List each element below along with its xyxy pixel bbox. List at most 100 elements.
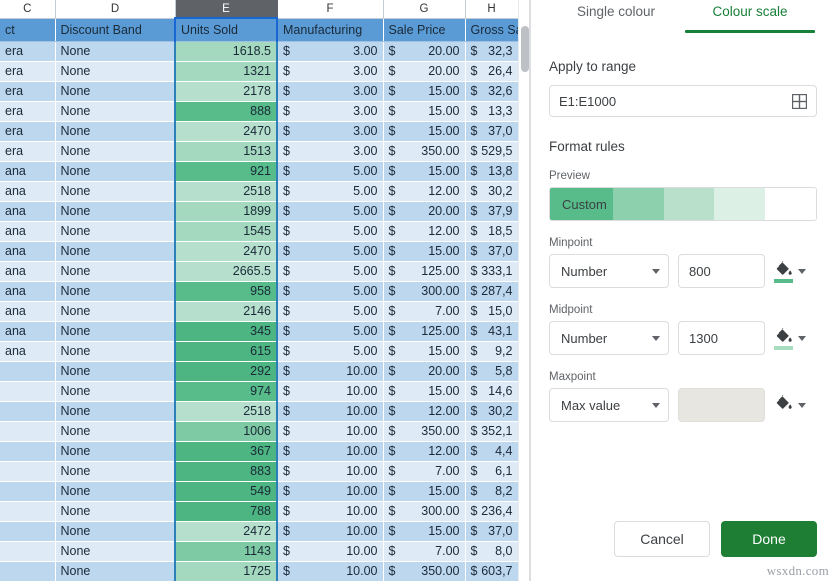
header-cell-h[interactable]: Gross Sa	[465, 18, 518, 41]
header-cell-c[interactable]: ct	[0, 18, 55, 41]
cancel-button[interactable]: Cancel	[614, 521, 710, 557]
cell-units-sold[interactable]: 1545	[175, 221, 277, 241]
cell-product[interactable]	[0, 501, 55, 521]
cell-units-sold[interactable]: 367	[175, 441, 277, 461]
maxpoint-colour-button[interactable]	[774, 393, 806, 417]
minpoint-type-select[interactable]: Number	[549, 254, 669, 288]
cell-sale-price[interactable]: $12.00	[383, 401, 465, 421]
cell-gross-sales[interactable]: $37,0	[465, 241, 518, 261]
cell-product[interactable]	[0, 401, 55, 421]
cell-sale-price[interactable]: $300.00	[383, 281, 465, 301]
cell-sale-price[interactable]: $20.00	[383, 41, 465, 61]
cell-sale-price[interactable]: $15.00	[383, 241, 465, 261]
table-row[interactable]: anaNone2146$5.00$7.00$15,0	[0, 301, 518, 321]
column-header-c[interactable]: C	[0, 0, 55, 18]
column-letter-row[interactable]: C D E F G H	[0, 0, 518, 18]
table-row[interactable]: eraNone2470$3.00$15.00$37,0	[0, 121, 518, 141]
cell-manufacturing-price[interactable]: $3.00	[277, 101, 383, 121]
cell-discount-band[interactable]: None	[55, 161, 175, 181]
cell-discount-band[interactable]: None	[55, 561, 175, 581]
apply-to-range-input[interactable]: E1:E1000	[549, 85, 817, 117]
spreadsheet-grid[interactable]: C D E F G H ctDiscount BandUnits SoldMan…	[0, 0, 530, 581]
cell-units-sold[interactable]: 788	[175, 501, 277, 521]
cell-gross-sales[interactable]: $32,3	[465, 41, 518, 61]
cell-gross-sales[interactable]: $30,2	[465, 401, 518, 421]
cell-units-sold[interactable]: 2518	[175, 401, 277, 421]
cell-gross-sales[interactable]: $15,0	[465, 301, 518, 321]
cell-discount-band[interactable]: None	[55, 121, 175, 141]
scrollbar-thumb[interactable]	[521, 26, 529, 72]
cell-gross-sales[interactable]: $30,2	[465, 181, 518, 201]
cell-manufacturing-price[interactable]: $10.00	[277, 481, 383, 501]
cell-gross-sales[interactable]: $37,9	[465, 201, 518, 221]
cell-product[interactable]: era	[0, 121, 55, 141]
cell-sale-price[interactable]: $12.00	[383, 441, 465, 461]
cell-product[interactable]: ana	[0, 221, 55, 241]
cell-discount-band[interactable]: None	[55, 141, 175, 161]
cell-manufacturing-price[interactable]: $10.00	[277, 561, 383, 581]
cell-gross-sales[interactable]: $9,2	[465, 341, 518, 361]
cell-sale-price[interactable]: $12.00	[383, 221, 465, 241]
cell-manufacturing-price[interactable]: $3.00	[277, 141, 383, 161]
cell-product[interactable]	[0, 561, 55, 581]
cell-discount-band[interactable]: None	[55, 401, 175, 421]
header-cell-f[interactable]: Manufacturing	[277, 18, 383, 41]
cell-manufacturing-price[interactable]: $5.00	[277, 241, 383, 261]
cell-discount-band[interactable]: None	[55, 421, 175, 441]
cell-sale-price[interactable]: $15.00	[383, 161, 465, 181]
minpoint-value-input[interactable]: 800	[678, 254, 765, 288]
cell-sale-price[interactable]: $15.00	[383, 101, 465, 121]
cell-sale-price[interactable]: $20.00	[383, 361, 465, 381]
column-header-d[interactable]: D	[55, 0, 175, 18]
cell-manufacturing-price[interactable]: $5.00	[277, 221, 383, 241]
cell-gross-sales[interactable]: $13,3	[465, 101, 518, 121]
table-row[interactable]: anaNone1899$5.00$20.00$37,9	[0, 201, 518, 221]
table-row[interactable]: anaNone2665.5$5.00$125.00$333,1	[0, 261, 518, 281]
table-row[interactable]: anaNone615$5.00$15.00$9,2	[0, 341, 518, 361]
cell-manufacturing-price[interactable]: $10.00	[277, 461, 383, 481]
cell-sale-price[interactable]: $7.00	[383, 541, 465, 561]
cell-product[interactable]: ana	[0, 241, 55, 261]
table-row[interactable]: anaNone2470$5.00$15.00$37,0	[0, 241, 518, 261]
table-row[interactable]: None1725$10.00$350.00$603,7	[0, 561, 518, 581]
cell-units-sold[interactable]: 615	[175, 341, 277, 361]
cell-gross-sales[interactable]: $4,4	[465, 441, 518, 461]
cell-units-sold[interactable]: 292	[175, 361, 277, 381]
cell-product[interactable]: era	[0, 81, 55, 101]
table-row[interactable]: anaNone345$5.00$125.00$43,1	[0, 321, 518, 341]
tab-colour-scale[interactable]: Colour scale	[683, 0, 817, 33]
midpoint-colour-button[interactable]	[774, 326, 806, 350]
cell-manufacturing-price[interactable]: $5.00	[277, 161, 383, 181]
table-row[interactable]: None292$10.00$20.00$5,8	[0, 361, 518, 381]
header-cell-e[interactable]: Units Sold	[175, 18, 277, 41]
cell-manufacturing-price[interactable]: $5.00	[277, 281, 383, 301]
cell-product[interactable]	[0, 441, 55, 461]
cell-units-sold[interactable]: 1143	[175, 541, 277, 561]
cell-product[interactable]: ana	[0, 321, 55, 341]
cell-manufacturing-price[interactable]: $5.00	[277, 301, 383, 321]
cell-manufacturing-price[interactable]: $5.00	[277, 181, 383, 201]
cell-sale-price[interactable]: $7.00	[383, 301, 465, 321]
cell-product[interactable]: ana	[0, 341, 55, 361]
cell-discount-band[interactable]: None	[55, 481, 175, 501]
table-row[interactable]: None2518$10.00$12.00$30,2	[0, 401, 518, 421]
cell-gross-sales[interactable]: $13,8	[465, 161, 518, 181]
table-row[interactable]: None788$10.00$300.00$236,4	[0, 501, 518, 521]
cell-discount-band[interactable]: None	[55, 441, 175, 461]
midpoint-value-input[interactable]: 1300	[678, 321, 765, 355]
cell-product[interactable]: ana	[0, 281, 55, 301]
cell-product[interactable]: era	[0, 61, 55, 81]
cell-gross-sales[interactable]: $32,6	[465, 81, 518, 101]
cell-gross-sales[interactable]: $43,1	[465, 321, 518, 341]
cell-discount-band[interactable]: None	[55, 281, 175, 301]
header-cell-d[interactable]: Discount Band	[55, 18, 175, 41]
cell-gross-sales[interactable]: $333,1	[465, 261, 518, 281]
cell-discount-band[interactable]: None	[55, 61, 175, 81]
cell-gross-sales[interactable]: $8,2	[465, 481, 518, 501]
cell-units-sold[interactable]: 1321	[175, 61, 277, 81]
cell-sale-price[interactable]: $350.00	[383, 561, 465, 581]
minpoint-colour-button[interactable]	[774, 259, 806, 283]
cell-product[interactable]: ana	[0, 181, 55, 201]
cell-manufacturing-price[interactable]: $5.00	[277, 341, 383, 361]
cell-manufacturing-price[interactable]: $10.00	[277, 441, 383, 461]
